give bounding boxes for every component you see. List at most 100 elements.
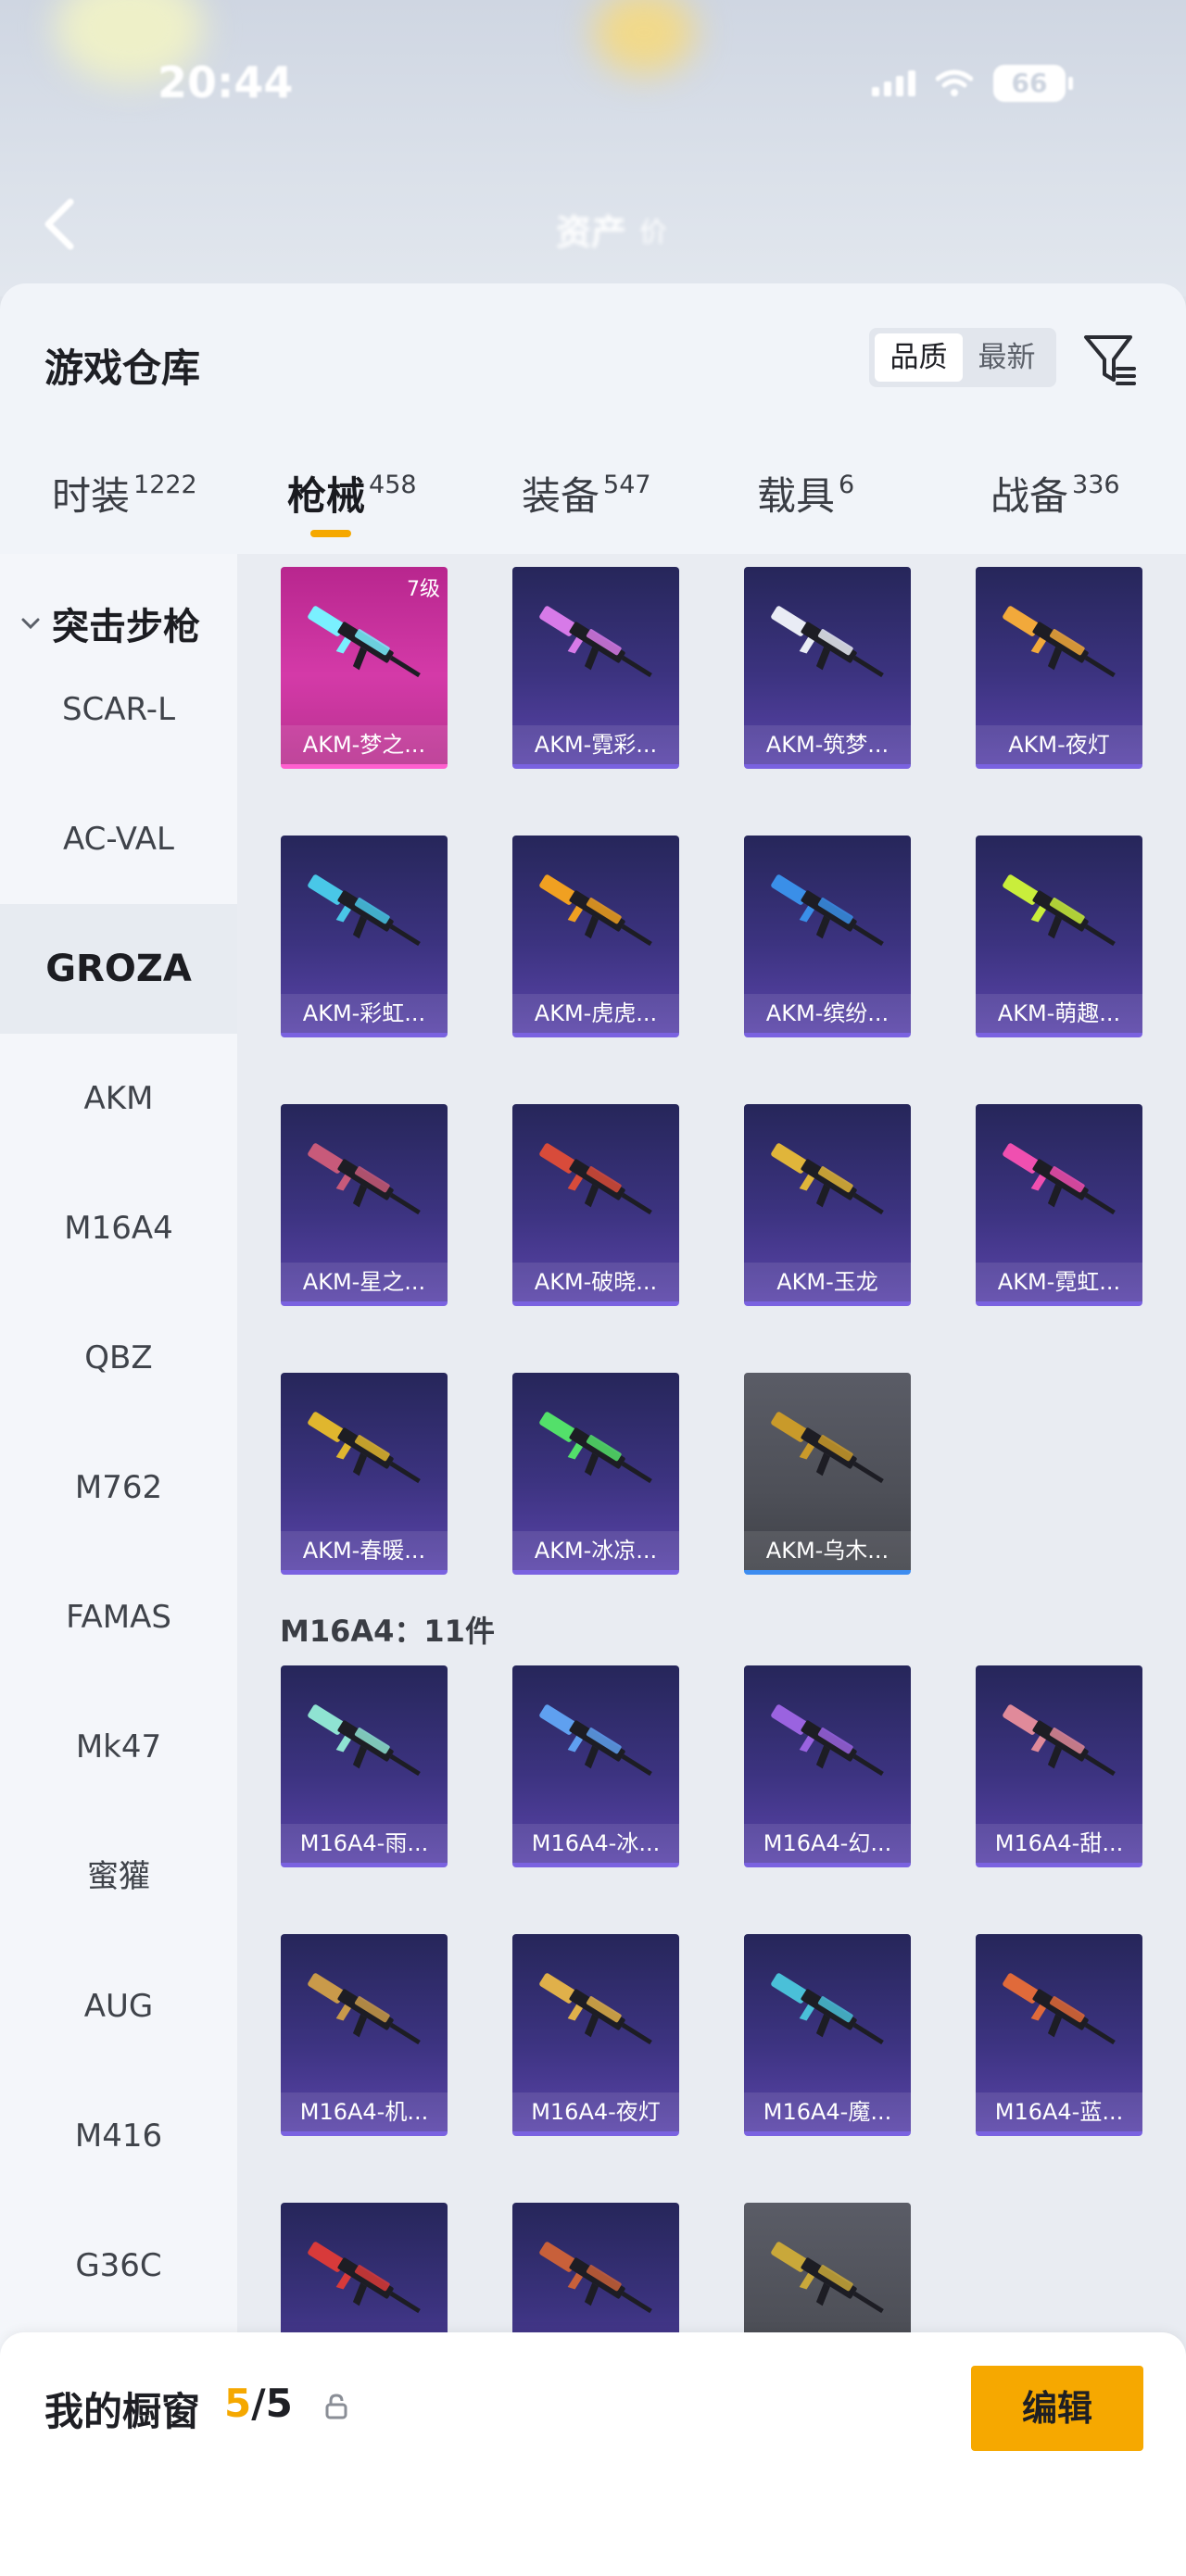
weapon-skin-label: M16A4-蓝... [976,2092,1142,2131]
weapon-skin-label: M16A4-冰... [512,1824,679,1863]
tab-label: 枪械 [287,473,366,519]
tab-label: 时装 [52,473,131,519]
header-tab-label: 价 [639,217,667,249]
weapon-skin-label: M16A4-幻... [744,1824,911,1863]
weapon-skin-card[interactable]: M16A4-蓝... [976,1934,1142,2136]
weapon-skin-image [539,1704,652,1777]
weapon-skin-card[interactable]: AKM-夜灯 [976,567,1142,769]
weapon-skin-label: AKM-破晓... [512,1263,679,1301]
weapon-skin-card[interactable]: AKM-破晓... [512,1104,679,1306]
weapon-skin-image [539,874,652,947]
filter-icon[interactable] [1080,330,1140,389]
category-item[interactable]: FAMAS [0,1552,237,1682]
weapon-skin-card[interactable]: AKM-霓彩... [512,567,679,769]
tab-label: 载具 [757,473,836,519]
weapon-skin-image [539,1143,652,1215]
weapon-skin-image [771,1412,884,1484]
weapon-skin-card[interactable]: M16A4-机... [281,1934,448,2136]
weapon-skin-image [771,1143,884,1215]
weapon-skin-label: AKM-霓彩... [512,725,679,764]
m16a4-section-title: M16A4：11件 [280,1614,495,1649]
header-tab-label: 资产 [556,212,627,253]
category-item[interactable]: Mk47 [0,1682,237,1812]
weapon-skin-card[interactable]: M16A4-冰... [512,1665,679,1867]
weapon-skin-image [308,1973,421,2045]
weapon-skin-card[interactable]: AKM-萌趣... [976,836,1142,1037]
category-item[interactable]: SCAR-L [0,645,237,774]
weapon-skin-image [1003,606,1116,678]
category-item[interactable]: AC-VAL [0,774,237,904]
weapon-skin-image [308,1704,421,1777]
weapon-skin-label: AKM-乌木... [744,1531,911,1570]
weapon-skin-card[interactable]: AKM-虎虎... [512,836,679,1037]
weapon-skin-image [1003,874,1116,947]
weapon-skin-card[interactable]: AKM-彩虹... [281,836,448,1037]
category-group-header[interactable]: 突击步枪 [20,597,200,650]
weapon-skin-label: M16A4-甜... [976,1824,1142,1863]
wifi-icon [936,69,973,96]
weapon-skin-label: AKM-霓虹... [976,1263,1142,1301]
weapon-skin-label: AKM-冰凉... [512,1531,679,1570]
sort-quality-button[interactable]: 品质 [875,333,963,382]
tab-label: 装备 [522,473,600,519]
signal-icon [872,70,915,96]
tab-count: 6 [839,471,855,499]
tab-weapons[interactable]: 枪械 458 [287,465,417,521]
weapon-skin-label: M16A4-雨... [281,1824,448,1863]
weapon-skin-image [308,1143,421,1215]
weapon-skin-card[interactable]: AKM-霓虹... [976,1104,1142,1306]
weapon-skin-card[interactable]: M16A4-夜灯 [512,1934,679,2136]
category-item[interactable]: AUG [0,1941,237,2071]
weapon-skin-image [308,2242,421,2314]
category-item[interactable]: AKM [0,1034,237,1163]
weapon-skin-image [771,1973,884,2045]
weapon-skin-image [308,1412,421,1484]
weapon-skin-card[interactable]: AKM-春暖... [281,1373,448,1575]
tab-supplies[interactable]: 战备 336 [990,465,1120,521]
weapon-skin-card[interactable]: AKM-星之... [281,1104,448,1306]
category-item-selected[interactable]: GROZA [0,904,237,1034]
tab-label: 战备 [990,473,1069,519]
category-item[interactable]: M762 [0,1423,237,1552]
tab-fashion[interactable]: 时装 1222 [52,465,197,521]
tab-count: 458 [369,471,417,499]
category-item[interactable]: 蜜獾 [0,1812,237,1941]
weapon-skin-image [771,2242,884,2314]
level-badge: 7级 [407,578,440,601]
weapon-skin-card[interactable]: M16A4-甜... [976,1665,1142,1867]
weapon-skin-label: AKM-萌趣... [976,994,1142,1033]
sort-newest-button[interactable]: 最新 [963,333,1051,382]
weapon-skin-card[interactable]: AKM-冰凉... [512,1373,679,1575]
showcase-current: 5 [224,2381,252,2426]
edit-button[interactable]: 编辑 [971,2366,1143,2451]
weapon-skin-image [771,874,884,947]
weapon-category-list: 突击步枪 SCAR-L AC-VAL GROZA AKM M16A4 QBZ M… [0,554,237,2576]
weapon-skin-card[interactable]: AKM-缤纷... [744,836,911,1037]
tab-equipment[interactable]: 装备 547 [522,465,651,521]
showcase-bar: 我的橱窗 5/5 编辑 [0,2332,1186,2576]
weapon-skin-card[interactable]: AKM-筑梦... [744,567,911,769]
weapon-skin-card[interactable]: M16A4-魔... [744,1934,911,2136]
weapon-skin-card[interactable]: AKM-玉龙 [744,1104,911,1306]
tab-vehicles[interactable]: 载具 6 [757,465,854,521]
category-item[interactable]: QBZ [0,1293,237,1423]
weapon-skin-image [539,2242,652,2314]
back-arrow-icon[interactable] [41,196,78,252]
weapon-skin-label: AKM-虎虎... [512,994,679,1033]
blurred-decoration [593,0,695,74]
weapon-skin-image [771,1704,884,1777]
weapon-skin-card[interactable]: AKM-乌木... [744,1373,911,1575]
category-item[interactable]: M16A4 [0,1163,237,1293]
weapon-skin-card[interactable]: M16A4-雨... [281,1665,448,1867]
weapon-skin-card[interactable]: M16A4-幻... [744,1665,911,1867]
tab-count: 1222 [133,471,197,499]
weapon-skin-card[interactable]: 7级 AKM-梦之... [281,567,448,769]
sort-toggle: 品质 最新 [869,328,1056,387]
category-item[interactable]: M416 [0,2071,237,2201]
weapon-skin-image [308,874,421,947]
lock-icon [325,2394,347,2419]
category-item[interactable]: G36C [0,2201,237,2331]
weapon-skin-label: M16A4-魔... [744,2092,911,2131]
status-time: 20:44 [158,57,294,107]
weapon-skin-label: M16A4-机... [281,2092,448,2131]
